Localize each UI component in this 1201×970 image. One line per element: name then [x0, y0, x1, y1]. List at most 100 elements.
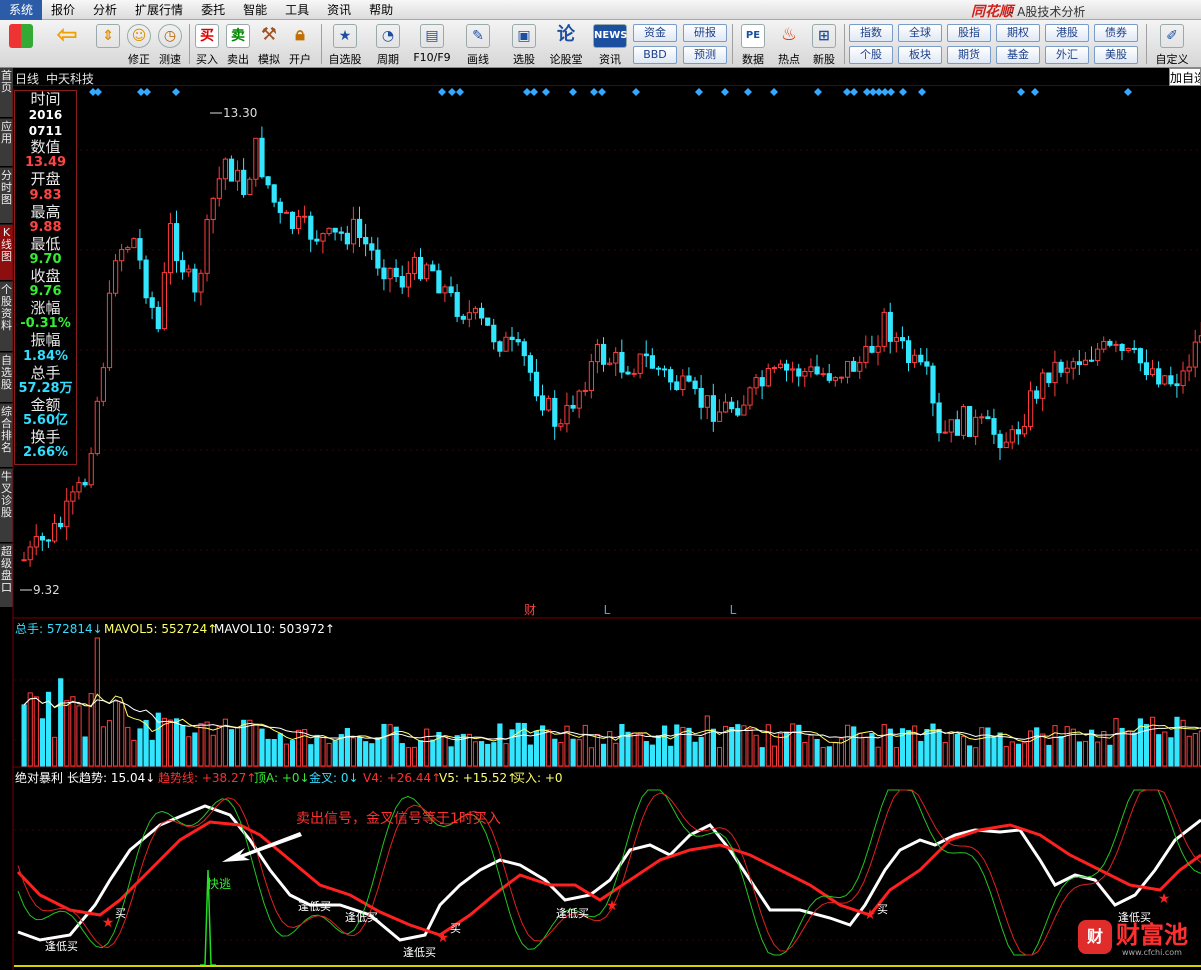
candle-body: [308, 215, 314, 240]
candle-body: [991, 418, 997, 435]
candle-body: [485, 317, 491, 326]
turnover-label: 换手: [30, 427, 61, 446]
signal-diamond: [918, 88, 926, 96]
volume-bar: [271, 738, 277, 767]
volume-bar: [58, 678, 64, 767]
candle-body: [113, 260, 119, 294]
candle-body: [625, 371, 631, 375]
volume-bar: [1095, 741, 1101, 767]
volume-bar: [540, 725, 546, 767]
candle-body: [869, 345, 875, 353]
volume-bar: [375, 737, 381, 767]
candle-body: [741, 404, 747, 416]
candle-body: [338, 231, 344, 234]
volume-bar: [472, 741, 479, 767]
candle-body: [692, 380, 698, 389]
candle-body: [851, 360, 857, 372]
candle-body: [832, 377, 838, 381]
volume-bar: [1064, 726, 1070, 767]
volume-bar: [265, 738, 271, 767]
volume-value: 57.28万: [18, 380, 73, 396]
candle-body: [723, 401, 729, 413]
volume-bar: [753, 734, 759, 767]
candle-body: [552, 397, 558, 427]
candle-body: [954, 419, 960, 436]
volume-bar: [973, 747, 979, 767]
volume-bar: [94, 637, 100, 767]
candle-body: [131, 238, 137, 249]
volume-bar: [1089, 729, 1095, 767]
candle-body: [1064, 367, 1070, 373]
candle-body: [967, 406, 973, 437]
volume-bar: [729, 727, 735, 767]
candle-body: [216, 178, 222, 199]
amplitude-label: 振幅: [30, 331, 61, 350]
candle-body: [1089, 359, 1095, 362]
candle-body: [247, 178, 253, 195]
signal-diamond: [542, 88, 550, 96]
volume-bar: [424, 728, 430, 767]
volume-bar: [948, 732, 954, 767]
candle-body: [1003, 441, 1009, 449]
buy-star: ★: [102, 915, 115, 931]
volume-bar: [289, 740, 296, 767]
candle-body: [442, 286, 448, 294]
volume-bar: [332, 740, 338, 767]
candle-body: [350, 218, 357, 245]
candle-body: [607, 362, 613, 365]
volume-bar: [1192, 732, 1198, 767]
candle-body: [570, 404, 576, 409]
candle-body: [198, 272, 204, 293]
annotation-text: 卖出信号，金叉信号等于1时买入: [296, 810, 501, 827]
signal-diamond: [569, 88, 577, 96]
candle-body: [582, 389, 588, 392]
candle-body: [960, 406, 967, 436]
candle-body: [174, 223, 180, 262]
candle-body: [930, 365, 936, 404]
candle-body: [405, 272, 411, 288]
candle-body: [106, 292, 113, 369]
candle-body: [253, 137, 259, 180]
volume-bar: [814, 738, 820, 767]
candle-body: [924, 361, 930, 367]
candle-body: [21, 559, 27, 562]
candle-body: [533, 371, 540, 397]
signal-diamond: [814, 88, 822, 96]
candle-body: [808, 366, 814, 373]
indicator-red-thin-line: [17, 789, 1201, 956]
volume-bar: [64, 700, 70, 767]
candle-body: [283, 211, 289, 214]
candle-body: [753, 377, 759, 389]
signal-diamond: [899, 88, 907, 96]
signal-diamond: [172, 88, 180, 96]
candle-body: [1034, 390, 1040, 399]
volume-bar: [1125, 730, 1131, 767]
buy-value-label: 买入: +0: [513, 771, 563, 785]
info-panel: 时间 2016 0711 数值 13.49 开盘 9.83 最高 9.88 最低…: [14, 90, 77, 465]
signal-diamond: [770, 88, 778, 96]
volume-bar: [430, 739, 436, 767]
golden-cross-label: 金叉: 0↓: [309, 770, 359, 785]
candle-body: [369, 243, 375, 251]
candle-body: [863, 345, 869, 363]
candle-body: [912, 354, 918, 364]
volume-bar: [503, 743, 509, 767]
volume-bar: [448, 746, 454, 767]
candle-body: [887, 311, 893, 342]
volume-bar: [552, 738, 558, 767]
candle-body: [418, 256, 424, 280]
candle-body: [259, 137, 265, 178]
candle-body: [973, 416, 979, 437]
buy-signal-label: 买: [115, 907, 126, 920]
candle-body: [1174, 383, 1180, 387]
candle-body: [790, 368, 796, 371]
candle-body: [784, 363, 790, 371]
volume-bar: [802, 741, 808, 767]
open-value: 9.83: [29, 187, 62, 203]
volume-bar: [192, 732, 198, 767]
candle-body: [466, 312, 472, 320]
volume-bar: [790, 723, 796, 767]
candle-body: [186, 268, 192, 273]
volume-bar: [235, 726, 241, 767]
buy-signal-label: 买: [450, 922, 461, 935]
